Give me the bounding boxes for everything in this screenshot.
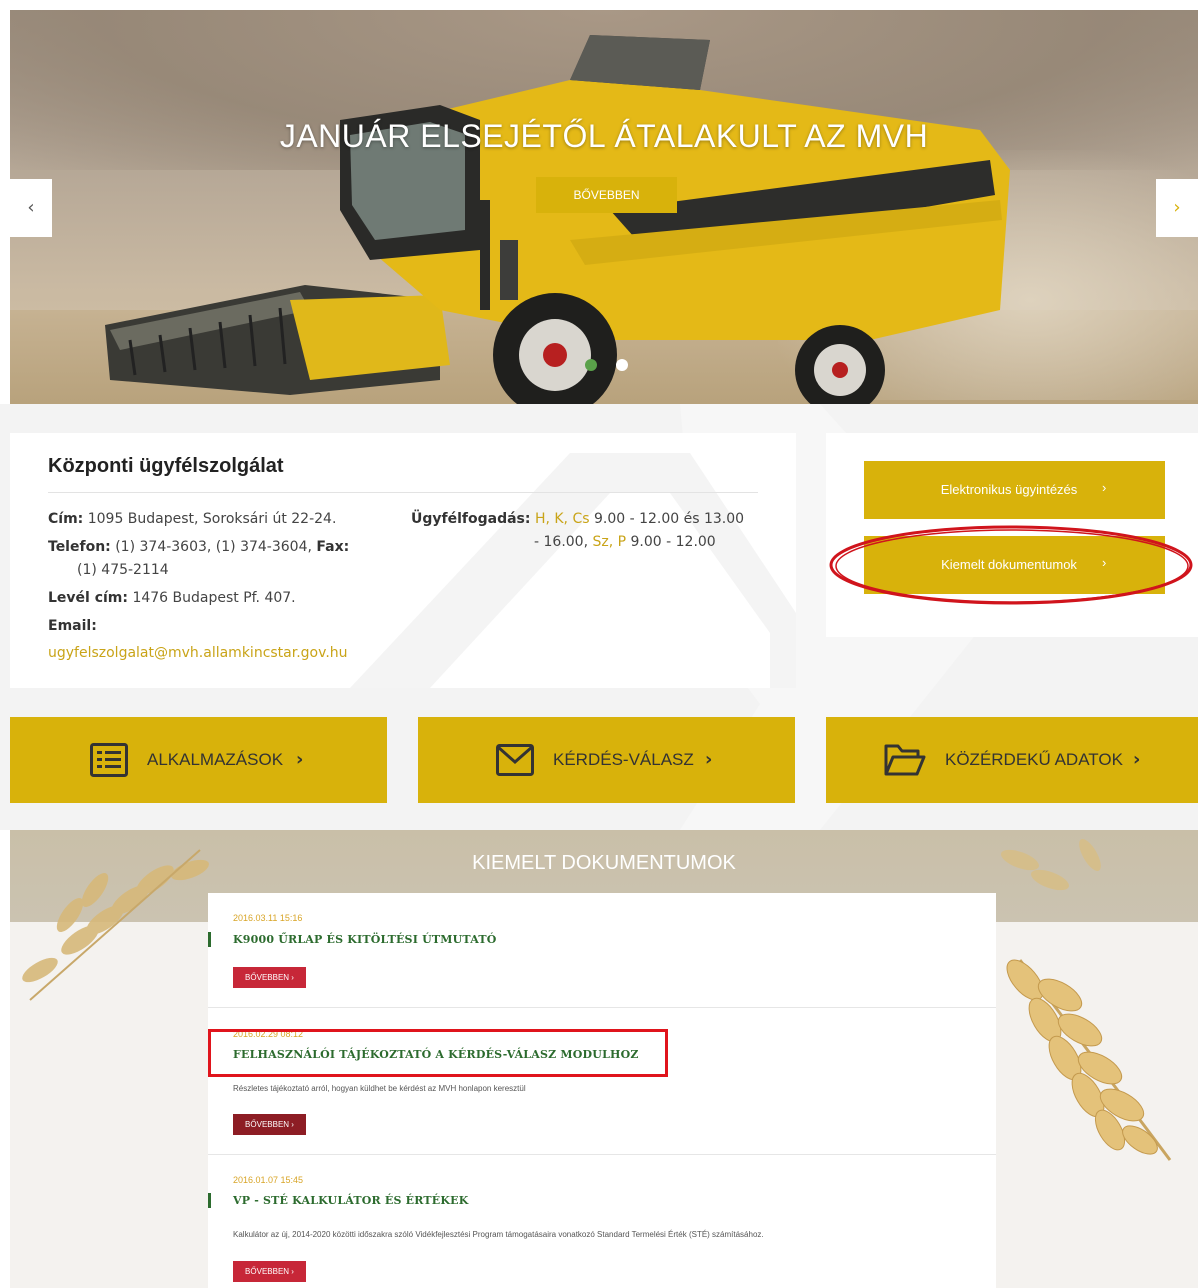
phone-value: (1) 374-3603, (1) 374-3604, [115,539,312,555]
list-item: 2016.02.29 08:12 FELHASZNÁLÓI TÁJÉKOZTAT… [208,1008,996,1154]
list-item: 2016.01.07 15:45 VP - STÉ KALKULÁTOR ÉS … [208,1155,996,1288]
address-value: 1095 Budapest, Soroksári út 22-24. [87,511,337,527]
document-more-button[interactable]: BŐVEBBEN › [233,1114,306,1135]
hero-slider: JANUÁR ELSEJÉTŐL ÁTALAKULT AZ MVH BŐVEBB… [10,10,1198,404]
chevron-right-icon: › [1102,555,1107,570]
questions-answers-label: KÉRDÉS-VÁLASZ [553,750,694,769]
address-line: Cím: 1095 Budapest, Soroksári út 22-24. [48,508,336,531]
slider-prev-button[interactable]: ‹ [10,179,52,237]
document-more-button[interactable]: BŐVEBBEN › [233,1261,306,1282]
document-title-link[interactable]: FELHASZNÁLÓI TÁJÉKOZTATÓ A KÉRDÉS-VÁLASZ… [233,1048,639,1061]
public-data-tile[interactable]: KÖZÉRDEKŰ ADATOK › [826,717,1198,803]
contact-card: Központi ügyfélszolgálat Cím: 1095 Budap… [10,433,796,688]
applications-label: ALKALMAZÁSOK [147,750,284,769]
hero-more-button[interactable]: BŐVEBBEN [536,177,677,213]
quick-links-box: Elektronikus ügyintézés › Kiemelt dokume… [826,433,1198,637]
questions-answers-tile[interactable]: KÉRDÉS-VÁLASZ › [418,717,795,803]
public-data-label: KÖZÉRDEKŰ ADATOK [945,750,1123,769]
phone-label: Telefon: [48,539,111,555]
hours-days-2: Sz, P [592,534,627,550]
hours-time-1b: - 16.00, [534,534,589,550]
applications-tile[interactable]: ALKALMAZÁSOK › [10,717,387,803]
fax-value: (1) 475-2114 [77,562,169,578]
hero-title: JANUÁR ELSEJÉTŐL ÁTALAKULT AZ MVH [279,118,929,154]
documents-list: 2016.03.11 15:16 K9000 ŰRLAP ÉS KITÖLTÉS… [208,893,996,1288]
hours-days-1: H, K, Cs [534,511,590,527]
list-item: 2016.03.11 15:16 K9000 ŰRLAP ÉS KITÖLTÉS… [208,893,996,1007]
email-label: Email: [48,618,97,634]
document-more-button[interactable]: BŐVEBBEN › [233,967,306,988]
documents-heading: KIEMELT DOKUMENTUMOK [472,852,736,874]
document-date: 2016.03.11 15:16 [233,913,303,923]
slider-dot-1[interactable] [585,359,597,371]
fax-label: Fax: [316,539,350,555]
chevron-right-icon: › [1173,197,1181,218]
mail-value: 1476 Budapest Pf. 407. [132,590,296,606]
chevron-left-icon: ‹ [27,197,35,218]
envelope-icon [496,744,534,776]
slider-dot-2[interactable] [616,359,628,371]
hours-time-2: 9.00 - 12.00 [630,534,716,550]
title-accent-bar [208,932,211,947]
document-description: Kalkulátor az új, 2014-2020 közötti idős… [233,1230,764,1239]
slider-next-button[interactable]: › [1156,179,1198,237]
email-link[interactable]: ugyfelszolgalat@mvh.allamkincstar.gov.hu [48,642,348,665]
featured-documents-label: Kiemelt dokumentumok [941,557,1077,572]
contact-divider [48,492,758,493]
hours-line-2: - 16.00, Sz, P 9.00 - 12.00 [534,531,716,554]
document-description: Részletes tájékoztató arról, hogyan küld… [233,1084,526,1093]
electronic-services-button[interactable]: Elektronikus ügyintézés › [864,461,1165,519]
slider-dots [585,359,645,373]
mail-line: Levél cím: 1476 Budapest Pf. 407. [48,587,296,610]
contact-title: Központi ügyfélszolgálat [48,455,284,477]
address-label: Cím: [48,511,84,527]
title-accent-bar [208,1193,211,1208]
chevron-right-icon: › [705,749,713,770]
chevron-right-icon: › [1133,749,1141,770]
chevron-right-icon: › [296,749,304,770]
document-title-link[interactable]: K9000 ŰRLAP ÉS KITÖLTÉSI ÚTMUTATÓ [233,933,497,946]
mail-label: Levél cím: [48,590,128,606]
hours-line-1: Ügyfélfogadás: H, K, Cs 9.00 - 12.00 és … [411,508,744,531]
document-title-link[interactable]: VP - STÉ KALKULÁTOR ÉS ÉRTÉKEK [233,1194,469,1207]
featured-documents-button[interactable]: Kiemelt dokumentumok › [864,536,1165,594]
document-date: 2016.02.29 08:12 [233,1029,304,1039]
phone-line: Telefon: (1) 374-3603, (1) 374-3604, Fax… [48,536,349,559]
list-icon [90,743,128,777]
electronic-services-label: Elektronikus ügyintézés [940,482,1078,497]
hours-time-1: 9.00 - 12.00 és 13.00 [593,511,745,527]
folder-icon [884,744,926,776]
document-date: 2016.01.07 15:45 [233,1175,304,1185]
chevron-right-icon: › [1102,480,1107,495]
hours-label: Ügyfélfogadás: [411,511,531,527]
